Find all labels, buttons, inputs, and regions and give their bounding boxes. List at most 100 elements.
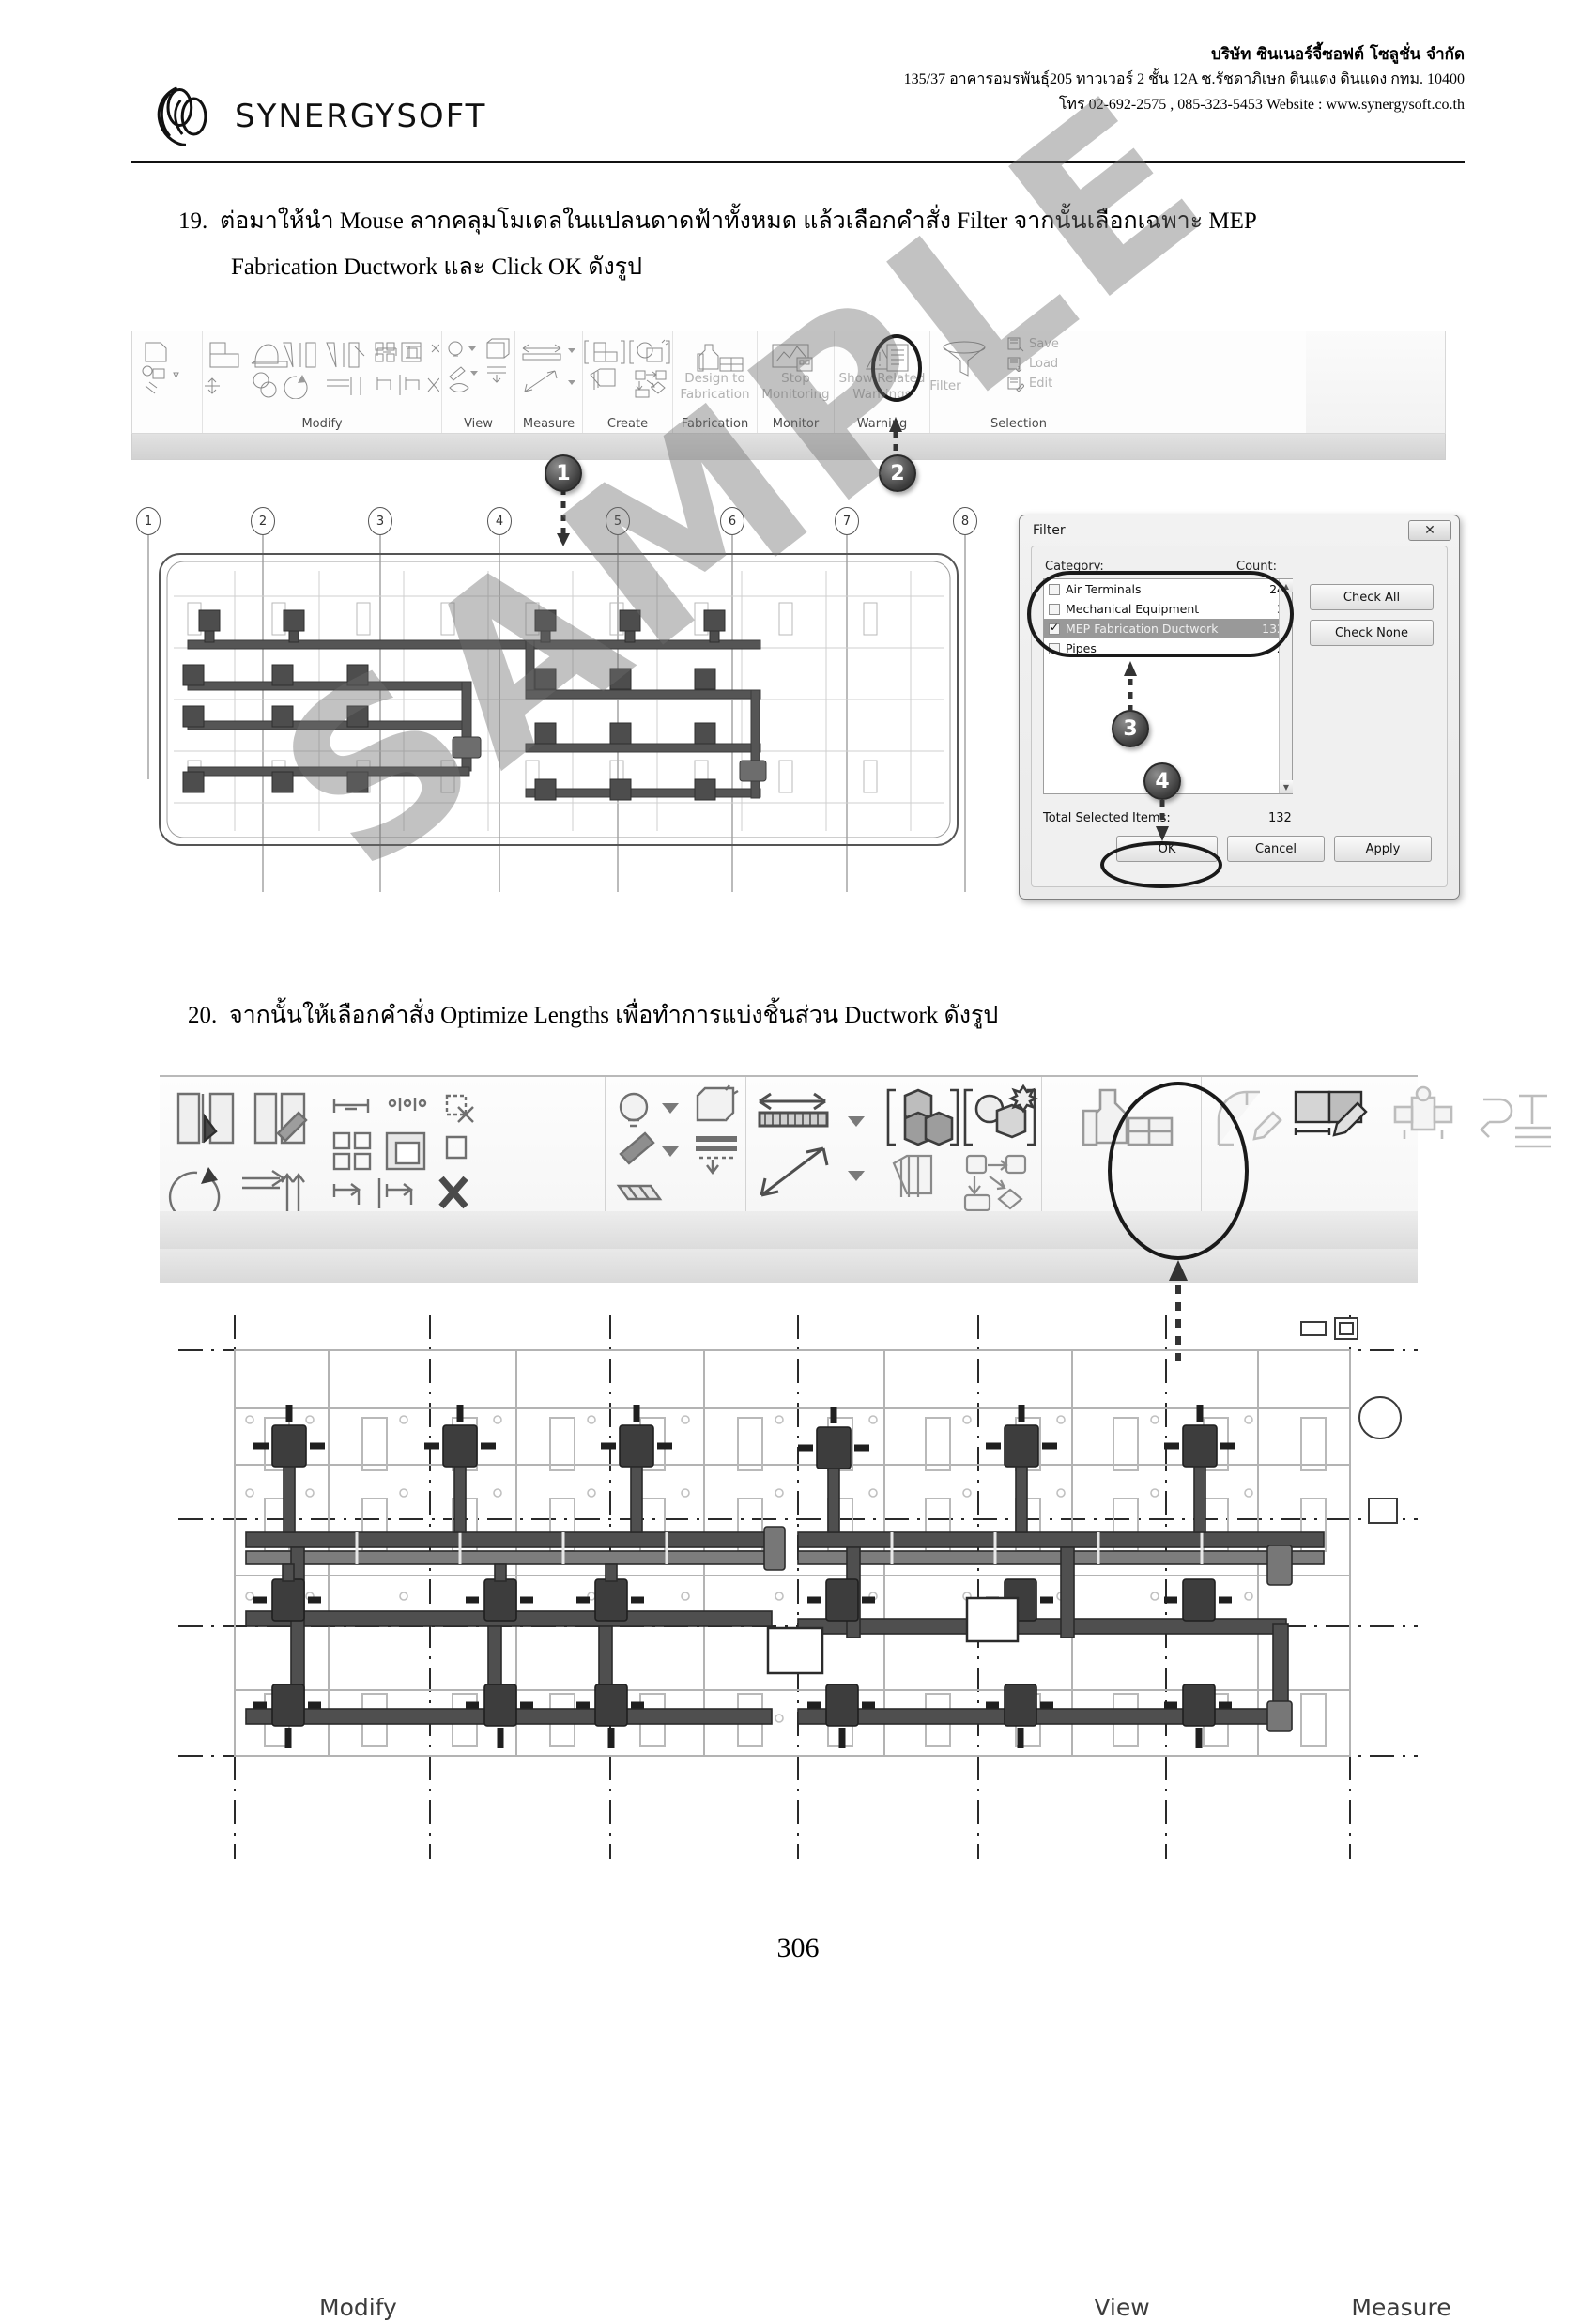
modify-icons [203,337,441,399]
ribbon-panel-measure: Measure [515,331,583,433]
create-icon-group[interactable] [583,337,671,399]
ribbon-panel-create-label: Create [606,417,649,431]
ribbon2-panel-create: Create [882,1077,1042,1213]
ribbon2-panel-modify: Modify [160,1077,606,2321]
category-row-pipes[interactable]: Pipes 2 [1044,638,1292,658]
selection-save-button[interactable]: Save [1007,337,1059,352]
plan1-drawing[interactable] [131,498,1005,939]
company-contact: โทร 02-692-2575 , 085-323-5453 Website :… [1058,96,1465,113]
design-to-fabrication-icon-large[interactable] [1059,1083,1190,1158]
category-row-mechanical-equipment[interactable]: Mechanical Equipment 3 [1044,599,1292,619]
ribbon-panel-fabrication-label: Fabrication [681,417,749,431]
company-info: บริษัท ซินเนอร์จี้ซอฟต์ โซลูชั่น จำกัด 1… [904,43,1465,117]
step-20-line1: จากนั้นให้เลือกคำสั่ง Optimize Lengths เ… [229,1003,999,1028]
check-none-button[interactable]: Check None [1310,620,1434,646]
ribbon-panels-container: Modify View Measure Create Design to Fab… [132,331,1306,433]
category-row-mep-fabrication-ductwork[interactable]: MEP Fabrication Ductwork 132 [1044,619,1292,638]
load-selection-icon [1007,357,1022,372]
company-name: บริษัท ซินเนอร์จี้ซอฟต์ โซลูชั่น จำกัด [1211,45,1465,64]
grid-bubble-4: 4 [487,507,512,535]
step-19-number: 19. [178,208,208,234]
page-header: SYNERGYSOFT บริษัท ซินเนอร์จี้ซอฟต์ โซลู… [131,43,1465,156]
ribbon2-panel-measure: Measure [746,1077,1451,2321]
roof-plan-view-1[interactable]: 1 2 3 4 5 6 7 8 [131,498,1005,939]
filter-dialog[interactable]: Filter ✕ Category: Count: Air Terminals … [1019,515,1460,900]
ribbon2-panel-modify-label: Modify [319,2294,397,2321]
cancel-button[interactable]: Cancel [1227,836,1325,862]
view-icons [442,337,514,399]
category-list-scrollbar[interactable]: ▲ ▼ [1279,579,1293,793]
design-to-fabrication-label-line1: Design to [684,371,745,386]
scroll-down-icon[interactable]: ▼ [1280,780,1293,793]
apply-button[interactable]: Apply [1334,836,1432,862]
synergysoft-swirl-logo-icon [157,86,207,146]
modify-icon-group[interactable] [203,337,439,399]
grid-bubble-2: 2 [251,507,275,535]
route-and-fill-icon[interactable] [1472,1083,1557,1158]
edit-selection-icon [1007,377,1024,392]
grid-bubble-1: 1 [136,507,161,535]
ribbon-panel-modify: Modify [203,331,442,433]
selection-edit-button[interactable]: Edit [1007,377,1052,392]
checkbox-mep-fabrication-ductwork[interactable] [1049,621,1060,635]
callout-badge-4: 4 [1143,762,1181,800]
optimize-lengths-icon[interactable] [1288,1083,1382,1158]
filter-funnel-icon[interactable] [936,339,992,377]
header-divider [131,161,1465,163]
company-address: 135/37 อาคารอมรพันธุ์205 ทาวเวอร์ 2 ชั้น… [903,70,1465,87]
callout-optimize-arrow [1169,1260,1188,1361]
step-19-line1: ต่อมาให้นำ Mouse ลากคลุมโมเดลในแปลนดาดฟ้… [220,208,1257,234]
ribbon-panel-modify-label: Modify [301,417,343,431]
ribbon-panel-selection: Filter Save Load Edit Selection [929,331,1073,433]
callout-badge-1: 1 [545,454,582,492]
create-icons [583,337,672,399]
ribbon2-modify-icon-group[interactable] [160,1084,601,1216]
ribbon-bottom-filler-strip [160,1249,1418,1283]
grid-bubble-5: 5 [606,507,630,535]
callout-1-arrow [557,488,570,546]
ribbon-panel-view-label: View [464,417,493,431]
stop-monitoring-label-line2: Monitoring [761,387,830,402]
measure-icons [515,337,582,399]
callout-4-arrow [1156,800,1169,841]
ribbon2-panel-edit: Edit Part Optimize Lengths Toggle Connec… [1202,1077,1551,1213]
ribbon2-panel-view: View [606,1077,1150,2321]
brand-logo-text: SYNERGYSOFT [235,98,487,135]
category-column-header: Category: [1045,560,1104,574]
ribbon2-panel-fabrication: Design to Fabrication Fabrication [1042,1077,1202,1213]
callout-badge-2: 2 [879,454,916,492]
total-selected-items-label: Total Selected Items: [1043,811,1171,825]
step-20: 20. จากนั้นให้เลือกคำสั่ง Optimize Length… [188,993,1436,1039]
view-icon-group[interactable] [442,337,514,399]
plan2-drawing[interactable] [178,1315,1418,1859]
edit-part-icon[interactable] [1205,1083,1290,1158]
ribbon-top-status-strip [131,434,1446,460]
save-selection-icon [1007,337,1024,352]
design-to-fabrication-label-line2: Fabrication [680,387,750,402]
close-icon[interactable]: ✕ [1408,520,1451,541]
checkbox-air-terminals[interactable] [1049,583,1060,595]
selection-save-label: Save [1029,337,1059,351]
ribbon2-view-icon-group[interactable] [606,1084,743,1216]
callout-3-arrow [1124,661,1137,712]
category-list[interactable]: Air Terminals 24 Mechanical Equipment 3 … [1043,578,1293,794]
brand-logo: SYNERGYSOFT [150,81,486,152]
step-19-line2: Fabrication Ductwork และ Click OK ดังรูป [231,254,642,280]
stop-monitoring-label-line1: Stop [781,371,810,386]
filter-dialog-title: Filter [1033,523,1066,538]
measure-icon-group[interactable] [515,337,581,399]
roof-plan-view-2[interactable] [178,1315,1418,1859]
ribbon2-create-icon-group[interactable] [882,1084,1038,1216]
category-row-air-terminals[interactable]: Air Terminals 24 [1044,579,1292,599]
selection-load-button[interactable]: Load [1007,357,1058,372]
ribbon-bottom-panel-label-strip [160,1211,1418,1249]
filter-command-label[interactable]: Filter [874,378,1017,394]
ribbon2-measure-icon-group[interactable] [746,1084,880,1216]
scroll-up-icon[interactable]: ▲ [1280,579,1293,592]
properties-icon-group[interactable] [132,337,200,399]
toggle-connector-icon[interactable] [1386,1083,1470,1158]
checkbox-pipes[interactable] [1049,642,1060,654]
checkbox-mechanical-equipment[interactable] [1049,603,1060,615]
grid-bubble-8: 8 [953,507,977,535]
check-all-button[interactable]: Check All [1310,584,1434,610]
